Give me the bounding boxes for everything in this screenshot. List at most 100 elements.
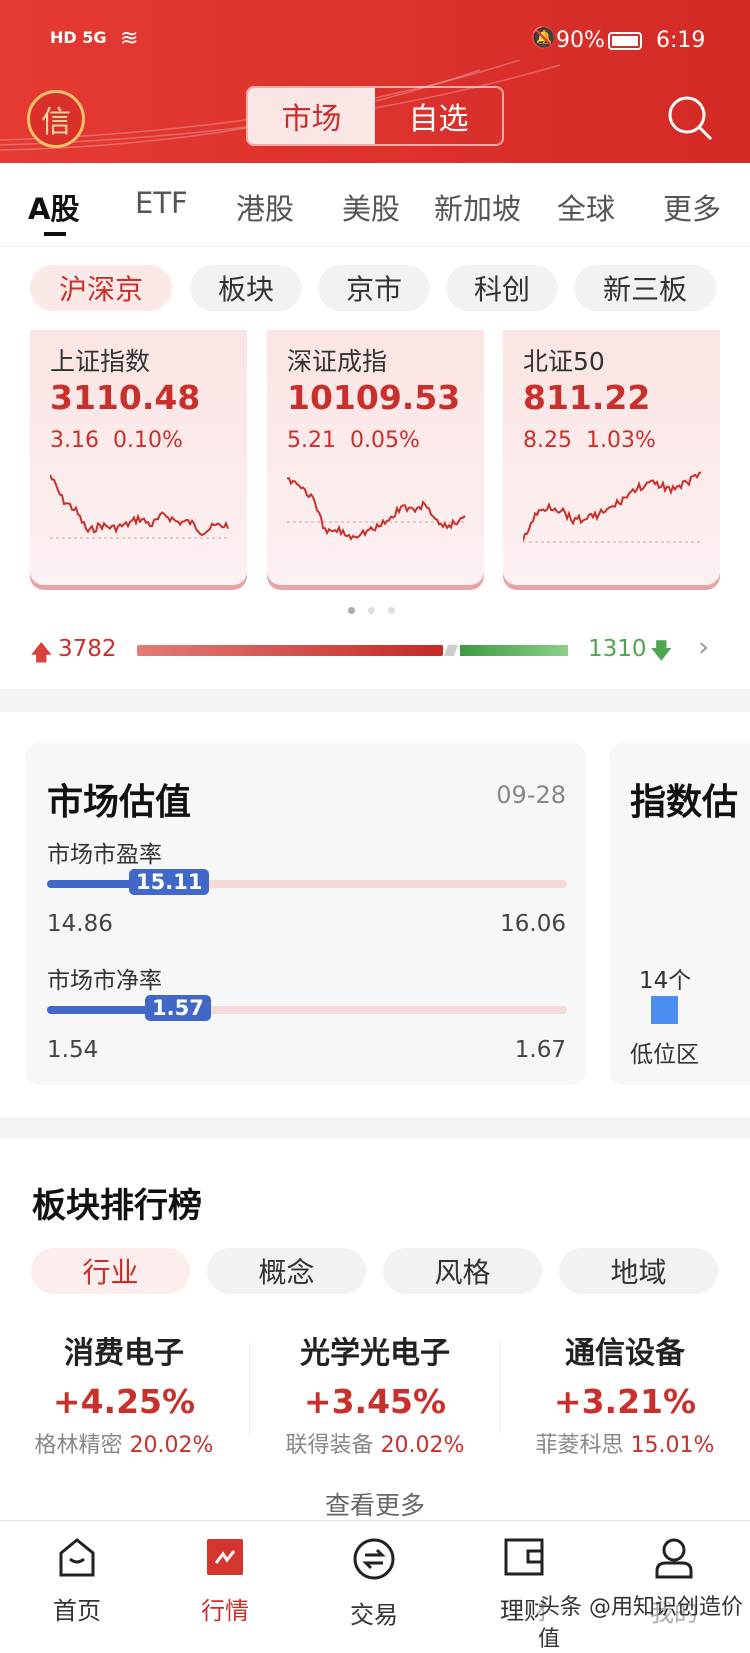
tab-home[interactable]: 首页 — [27, 1537, 127, 1626]
index-valuation-title: 指数估 — [630, 782, 739, 823]
tab-singapore[interactable]: 新加坡 — [434, 186, 521, 228]
sector-rank-title: 板块排行榜 — [32, 1186, 202, 1226]
chip-beijing[interactable]: 京市 — [318, 265, 430, 311]
tab-us[interactable]: 美股 — [342, 186, 400, 228]
down-arrow-icon: 🡇 — [650, 639, 673, 664]
tab-global[interactable]: 全球 — [557, 186, 615, 228]
network-indicator: HD 5G — [50, 28, 107, 47]
tab-label: 首页 — [53, 1597, 101, 1625]
sector-item[interactable]: 消费电子 +4.25% 格林精密 20.02% — [4, 1328, 244, 1459]
sector-name: 通信设备 — [565, 1336, 685, 1371]
index-price: 10109.53 — [287, 378, 461, 417]
change-pct: 1.03% — [585, 428, 656, 453]
tab-a-shares[interactable]: A股 — [28, 186, 79, 228]
tab-hk[interactable]: 港股 — [236, 186, 294, 228]
up-bar — [137, 645, 443, 656]
price-line — [287, 477, 466, 541]
divider — [0, 246, 750, 247]
sparkline — [523, 471, 703, 543]
sector-item[interactable]: 光学光电子 +3.45% 联得装备 20.02% — [255, 1328, 495, 1459]
flat-bar — [443, 645, 459, 656]
sector-pct: +3.21% — [553, 1382, 697, 1421]
leader-name: 菲菱科思 — [535, 1433, 624, 1458]
market-valuation-card[interactable]: 市场估值 09-28 市场市盈率 15.11 14.86 16.06 市场市净率… — [25, 743, 586, 1085]
valuation-date: 09-28 — [496, 781, 566, 809]
section-separator — [0, 1117, 750, 1138]
view-more-link[interactable]: 查看更多 — [0, 1486, 750, 1522]
pe-min: 14.86 — [47, 911, 113, 937]
sector-leader: 格林精密 20.02% — [4, 1427, 244, 1459]
battery-percent: 90% — [556, 28, 605, 53]
bottom-tab-bar: 首页 行情 交易 理财 我的 头条 @用知识创造价值 — [0, 1520, 750, 1653]
wifi-icon: ≋ — [120, 26, 139, 51]
down-count: 1310 — [588, 636, 647, 662]
leader-pct: 20.02% — [380, 1433, 465, 1458]
chip-hushenjing[interactable]: 沪深京 — [30, 265, 172, 311]
sector-leader: 联得装备 20.02% — [255, 1427, 495, 1459]
pe-label: 市场市盈率 — [47, 842, 162, 868]
carousel-dots — [348, 607, 395, 614]
battery-icon — [608, 32, 642, 50]
low-zone-count: 14个 — [639, 968, 692, 994]
index-valuation-card[interactable]: 指数估 14个 低位区 — [609, 743, 750, 1085]
valuation-title: 市场估值 — [47, 782, 192, 823]
pb-min: 1.54 — [47, 1037, 99, 1063]
segment-watchlist[interactable]: 自选 — [375, 88, 502, 144]
chip-region[interactable]: 地域 — [559, 1248, 718, 1294]
change-value: 3.16 — [50, 428, 99, 453]
sparkline — [287, 477, 467, 541]
segment-market[interactable]: 市场 — [248, 88, 375, 144]
price-line — [50, 474, 229, 537]
tab-etf[interactable]: ETF — [135, 186, 188, 220]
leader-name: 联得装备 — [285, 1433, 374, 1458]
pe-max: 16.06 — [500, 911, 566, 937]
index-change: 5.21 0.05% — [287, 428, 420, 453]
index-price: 3110.48 — [50, 378, 201, 417]
index-name: 上证指数 — [50, 347, 151, 376]
search-icon[interactable] — [666, 94, 714, 142]
home-icon — [59, 1538, 95, 1577]
pe-value: 15.11 — [129, 869, 210, 895]
sparkline — [50, 474, 230, 539]
tab-more[interactable]: 更多 — [663, 186, 721, 228]
up-arrow-icon: 🡅 — [30, 641, 53, 666]
active-tab-indicator — [44, 232, 66, 236]
chart-icon — [207, 1539, 243, 1575]
low-zone-label: 低位区 — [630, 1042, 699, 1068]
chip-industry[interactable]: 行业 — [31, 1248, 190, 1294]
tab-label: 行情 — [201, 1597, 249, 1625]
section-separator — [0, 689, 750, 712]
tab-trade[interactable]: 交易 — [324, 1537, 424, 1630]
chip-neeq[interactable]: 新三板 — [574, 265, 716, 311]
clock: 6:19 — [656, 28, 706, 53]
down-bar — [460, 645, 568, 656]
chip-style[interactable]: 风格 — [383, 1248, 542, 1294]
mute-icon: 🔕 — [530, 26, 558, 51]
sector-name: 消费电子 — [64, 1336, 184, 1371]
index-name: 深证成指 — [287, 347, 388, 376]
sector-item[interactable]: 通信设备 +3.21% 菲菱科思 15.01% — [505, 1328, 745, 1459]
divider — [500, 1340, 501, 1435]
leader-pct: 15.01% — [630, 1433, 715, 1458]
index-card-szse[interactable]: 深证成指 10109.53 5.21 0.05% — [267, 330, 484, 585]
dot — [368, 607, 375, 614]
wallet-icon — [504, 1538, 544, 1576]
chip-sectors[interactable]: 板块 — [190, 265, 302, 311]
leader-name: 格林精密 — [34, 1433, 123, 1458]
index-card-sse[interactable]: 上证指数 3110.48 3.16 0.10% — [30, 330, 247, 585]
chevron-right-icon[interactable]: › — [698, 630, 709, 663]
index-card-bse50[interactable]: 北证50 811.22 8.25 1.03% — [503, 330, 720, 585]
app-header: HD 5G ≋ 🔕 90% 6:19 信 市场 自选 — [0, 0, 750, 163]
tab-quotes[interactable]: 行情 — [175, 1537, 275, 1626]
chip-concept[interactable]: 概念 — [207, 1248, 366, 1294]
change-pct: 0.05% — [349, 428, 420, 453]
app-logo: 信 — [27, 90, 85, 148]
market-watchlist-toggle: 市场 自选 — [246, 86, 504, 146]
sector-pct: +4.25% — [52, 1382, 196, 1421]
sector-leader: 菲菱科思 15.01% — [505, 1427, 745, 1459]
watermark: 头条 @用知识创造价值 — [538, 1589, 750, 1653]
pb-label: 市场市净率 — [47, 968, 162, 994]
chip-star[interactable]: 科创 — [446, 265, 558, 311]
low-zone-bar — [651, 996, 678, 1024]
logo-text: 信 — [41, 105, 71, 140]
